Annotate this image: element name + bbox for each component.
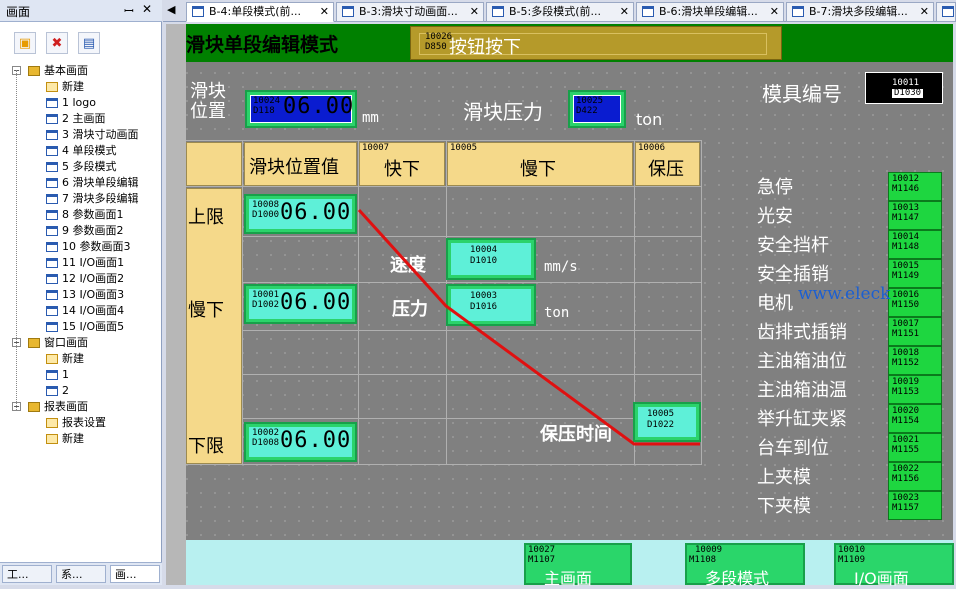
tag-id: 10012 — [892, 174, 920, 184]
tag-address: M1108 — [689, 555, 717, 565]
status-label: 台车到位 — [757, 438, 829, 459]
tag-id: 10010 — [838, 545, 866, 555]
status-lamp: 10021 M1155 — [888, 433, 942, 462]
tag-address: M1151 — [892, 329, 920, 339]
tag-id: 10027 — [528, 545, 556, 555]
status-label: 安全挡杆 — [757, 235, 829, 256]
status-lamp: 10015 M1149 — [888, 259, 942, 288]
status-label: 上夹模 — [757, 467, 811, 488]
tag-address: M1146 — [892, 184, 920, 194]
status-label: 电机 — [757, 293, 793, 314]
tag-id: 10009 — [695, 545, 723, 555]
tag-id: 10015 — [892, 261, 920, 271]
tag-id: 10017 — [892, 319, 920, 329]
tag-id: 10018 — [892, 348, 920, 358]
watermark-text: www.eleck — [798, 284, 891, 304]
tag-address: M1109 — [838, 555, 866, 565]
status-lamp: 10012 M1146 — [888, 172, 942, 201]
status-lamp: 10018 M1152 — [888, 346, 942, 375]
tag-address: M1107 — [528, 555, 556, 565]
status-lamp: 10014 M1148 — [888, 230, 942, 259]
nav-label: 多段模式 — [705, 569, 770, 588]
tag-address: M1149 — [892, 271, 920, 281]
tag-address: M1155 — [892, 445, 920, 455]
tag-id: 10022 — [892, 464, 920, 474]
tag-id: 10014 — [892, 232, 920, 242]
nav-io-screen-button[interactable]: 10010 M1109 I/O画面 — [834, 543, 954, 588]
tag-address: M1157 — [892, 503, 920, 513]
tag-id: 10020 — [892, 406, 920, 416]
status-lamp: 10013 M1147 — [888, 201, 942, 230]
tag-address: M1153 — [892, 387, 920, 397]
tag-address: M1147 — [892, 213, 920, 223]
nav-label: I/O画面 — [854, 569, 909, 588]
tag-address: M1154 — [892, 416, 920, 426]
status-label: 齿排式插销 — [757, 322, 847, 343]
status-lamp: 10019 M1153 — [888, 375, 942, 404]
status-label: 举升缸夹紧 — [757, 409, 847, 430]
tag-address: M1152 — [892, 358, 920, 368]
tag-id: 10021 — [892, 435, 920, 445]
status-label: 急停 — [757, 177, 793, 198]
status-lamp: 10022 M1156 — [888, 462, 942, 491]
status-lamp: 10017 M1151 — [888, 317, 942, 346]
status-lamp: 10023 M1157 — [888, 491, 942, 520]
tag-address: M1150 — [892, 300, 920, 310]
tag-address: M1156 — [892, 474, 920, 484]
tag-id: 10023 — [892, 493, 920, 503]
tag-id: 10019 — [892, 377, 920, 387]
status-label: 主油箱油位 — [757, 351, 847, 372]
status-label: 下夹模 — [757, 496, 811, 517]
nav-multi-segment-button[interactable]: 10009 M1108 多段模式 — [685, 543, 805, 588]
status-label: 主油箱油温 — [757, 380, 847, 401]
nav-label: 主画面 — [544, 569, 593, 588]
nav-main-screen-button[interactable]: 10027 M1107 主画面 — [524, 543, 632, 588]
status-lamp: 10020 M1154 — [888, 404, 942, 433]
status-label: 光安 — [757, 206, 793, 227]
tag-id: 10013 — [892, 203, 920, 213]
tag-address: M1148 — [892, 242, 920, 252]
status-label: 安全插销 — [757, 264, 829, 285]
tag-id: 10016 — [892, 290, 920, 300]
status-lamp: 10016 M1150 — [888, 288, 942, 317]
